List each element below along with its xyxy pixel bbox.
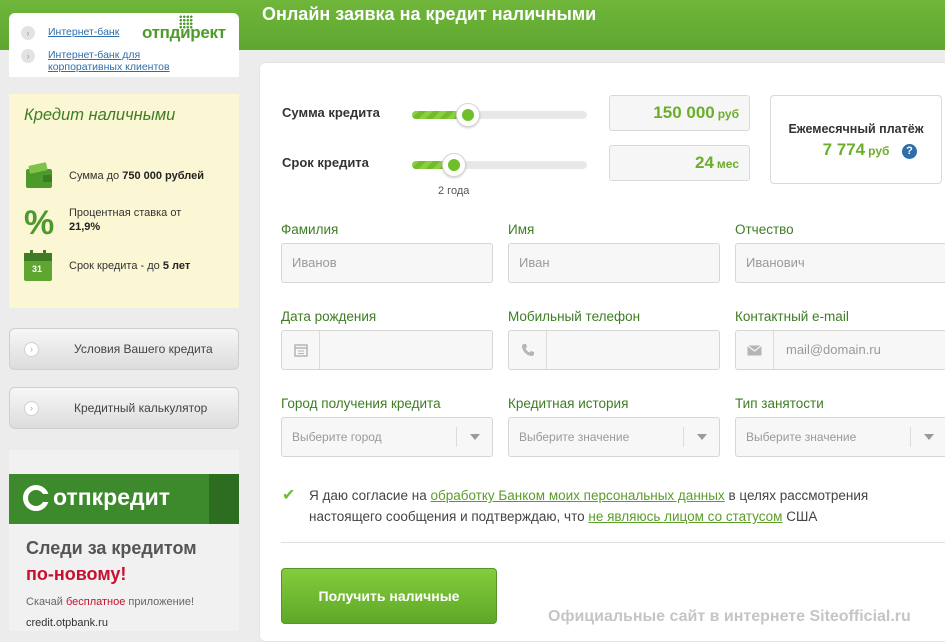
credit-history-label: Кредитная история xyxy=(508,396,629,411)
last-name-field[interactable]: Иванов xyxy=(281,243,493,283)
employment-label: Тип занятости xyxy=(735,396,824,411)
arrow-bullet-icon: › xyxy=(24,341,39,357)
status-link[interactable]: не являюсь лицом со статусом xyxy=(588,509,782,524)
otp-credit-logo-text: отпкредит xyxy=(53,484,170,510)
ad-logo-band: отпкредит xyxy=(9,474,239,524)
promo-box: Кредит наличными Сумма до 750 000 рублей… xyxy=(9,94,239,308)
application-form-card: Сумма кредита 150 000 руб Срок кредита 2 … xyxy=(259,62,945,642)
promo-text-rate: Процентная ставка от 21,9% xyxy=(69,207,182,233)
first-name-placeholder: Иван xyxy=(519,255,550,270)
term-slider[interactable] xyxy=(412,153,587,177)
phone-icon xyxy=(509,331,547,369)
phone-label: Мобильный телефон xyxy=(508,309,641,324)
term-unit: мес xyxy=(716,157,739,171)
consent-checkbox[interactable]: ✔ xyxy=(282,485,295,506)
calendar-icon: 31 xyxy=(23,250,55,282)
term-slider-handle[interactable] xyxy=(442,153,466,177)
arrow-bullet-icon: › xyxy=(24,400,39,416)
arrow-bullet-icon: › xyxy=(21,26,35,40)
otp-credit-logo: отпкредит xyxy=(23,484,170,511)
first-name-label: Имя xyxy=(508,222,535,237)
ad-band-stripe xyxy=(209,474,239,524)
amount-slider-handle[interactable] xyxy=(456,103,480,127)
patronymic-label: Отчество xyxy=(735,222,794,237)
watermark: Официальные сайт в интернете Siteofficia… xyxy=(548,608,911,625)
first-name-field[interactable]: Иван xyxy=(508,243,720,283)
amount-value: 150 000 xyxy=(653,103,715,122)
ad-headline-1: Следи за кредитом xyxy=(26,538,197,558)
email-label: Контактный e-mail xyxy=(735,309,849,324)
promo-text-amount: Сумма до 750 000 рублей xyxy=(69,170,204,182)
credit-calculator-label: Кредитный калькулятор xyxy=(74,401,208,415)
promo-title: Кредит наличными xyxy=(24,106,176,124)
credit-terms-label: Условия Вашего кредита xyxy=(74,342,213,356)
internet-bank-link[interactable]: Интернет-банк xyxy=(48,26,119,38)
credit-terms-button[interactable]: › Условия Вашего кредита xyxy=(9,328,239,370)
credit-history-placeholder: Выберите значение xyxy=(519,430,630,444)
logo-dots-icon xyxy=(179,15,193,29)
amount-label: Сумма кредита xyxy=(282,105,380,120)
corporate-bank-link[interactable]: Интернет-банк для корпоративных клиентов xyxy=(48,49,188,73)
monthly-payment-label: Ежемесячный платёж xyxy=(788,122,924,136)
internet-bank-link-row[interactable]: › Интернет-банк xyxy=(21,26,119,40)
calendar-icon xyxy=(282,331,320,369)
amount-slider[interactable] xyxy=(412,103,587,127)
envelope-icon xyxy=(736,331,774,369)
employment-placeholder: Выберите значение xyxy=(746,430,857,444)
otp-direct-logo[interactable]: отпдирект xyxy=(142,15,226,43)
chevron-down-icon[interactable] xyxy=(683,427,719,447)
chevron-down-icon[interactable] xyxy=(910,427,945,447)
city-placeholder: Выберите город xyxy=(292,430,382,444)
ad-headline-2: по-новому! xyxy=(26,564,127,584)
credit-history-select[interactable]: Выберите значение xyxy=(508,417,720,457)
otp-credit-ad[interactable]: отпкредит Следи за кредитом по-новому! С… xyxy=(9,450,239,631)
patronymic-placeholder: Иванович xyxy=(746,255,805,270)
calendar-icon-number: 31 xyxy=(32,264,43,274)
otp-ring-icon xyxy=(23,484,50,511)
promo-text-term: Срок кредита - до 5 лет xyxy=(69,260,191,272)
divider xyxy=(281,542,945,543)
personal-data-link[interactable]: обработку Банком моих персональных данны… xyxy=(430,488,724,503)
term-label: Срок кредита xyxy=(282,155,369,170)
term-note: 2 года xyxy=(438,185,470,197)
chevron-down-icon[interactable] xyxy=(456,427,492,447)
credit-calculator-button[interactable]: › Кредитный калькулятор xyxy=(9,387,239,429)
arrow-bullet-icon: › xyxy=(21,49,35,63)
help-icon[interactable]: ? xyxy=(902,144,917,159)
birth-date-field[interactable] xyxy=(281,330,493,370)
get-cash-button[interactable]: Получить наличные xyxy=(281,568,497,624)
city-label: Город получения кредита xyxy=(281,396,441,411)
monthly-payment-box: Ежемесячный платёж 7 774 руб ? xyxy=(770,95,942,184)
term-value-box[interactable]: 24 мес xyxy=(609,145,750,181)
phone-field[interactable] xyxy=(508,330,720,370)
consent-block: ✔ Я даю согласие на обработку Банком мои… xyxy=(281,485,931,527)
email-field[interactable]: mail@domain.ru xyxy=(735,330,945,370)
consent-text: Я даю согласие на обработку Банком моих … xyxy=(309,488,869,524)
promo-item-rate: % Процентная ставка от 21,9% xyxy=(23,204,199,242)
page-title: Онлайн заявка на кредит наличными xyxy=(262,4,597,24)
corporate-bank-link-row[interactable]: › Интернет-банк для корпоративных клиент… xyxy=(21,49,188,73)
promo-item-term: 31 Срок кредита - до 5 лет xyxy=(23,250,190,282)
wallet-icon xyxy=(23,160,55,192)
amount-unit: руб xyxy=(717,107,739,121)
top-links-panel: › Интернет-банк › Интернет-банк для корп… xyxy=(9,13,239,77)
last-name-placeholder: Иванов xyxy=(292,255,337,270)
birth-date-label: Дата рождения xyxy=(281,309,377,324)
city-select[interactable]: Выберите город xyxy=(281,417,493,457)
patronymic-field[interactable]: Иванович xyxy=(735,243,945,283)
ad-text: Скачай бесплатное приложение! xyxy=(26,596,195,608)
email-placeholder: mail@domain.ru xyxy=(786,342,881,357)
svg-text:%: % xyxy=(24,204,54,238)
term-value: 24 xyxy=(695,153,714,172)
ad-url[interactable]: credit.otpbank.ru xyxy=(26,617,108,629)
promo-item-amount: Сумма до 750 000 рублей xyxy=(23,160,204,192)
amount-value-box[interactable]: 150 000 руб xyxy=(609,95,750,131)
percent-icon: % xyxy=(23,204,55,242)
last-name-label: Фамилия xyxy=(281,222,339,237)
employment-select[interactable]: Выберите значение xyxy=(735,417,945,457)
